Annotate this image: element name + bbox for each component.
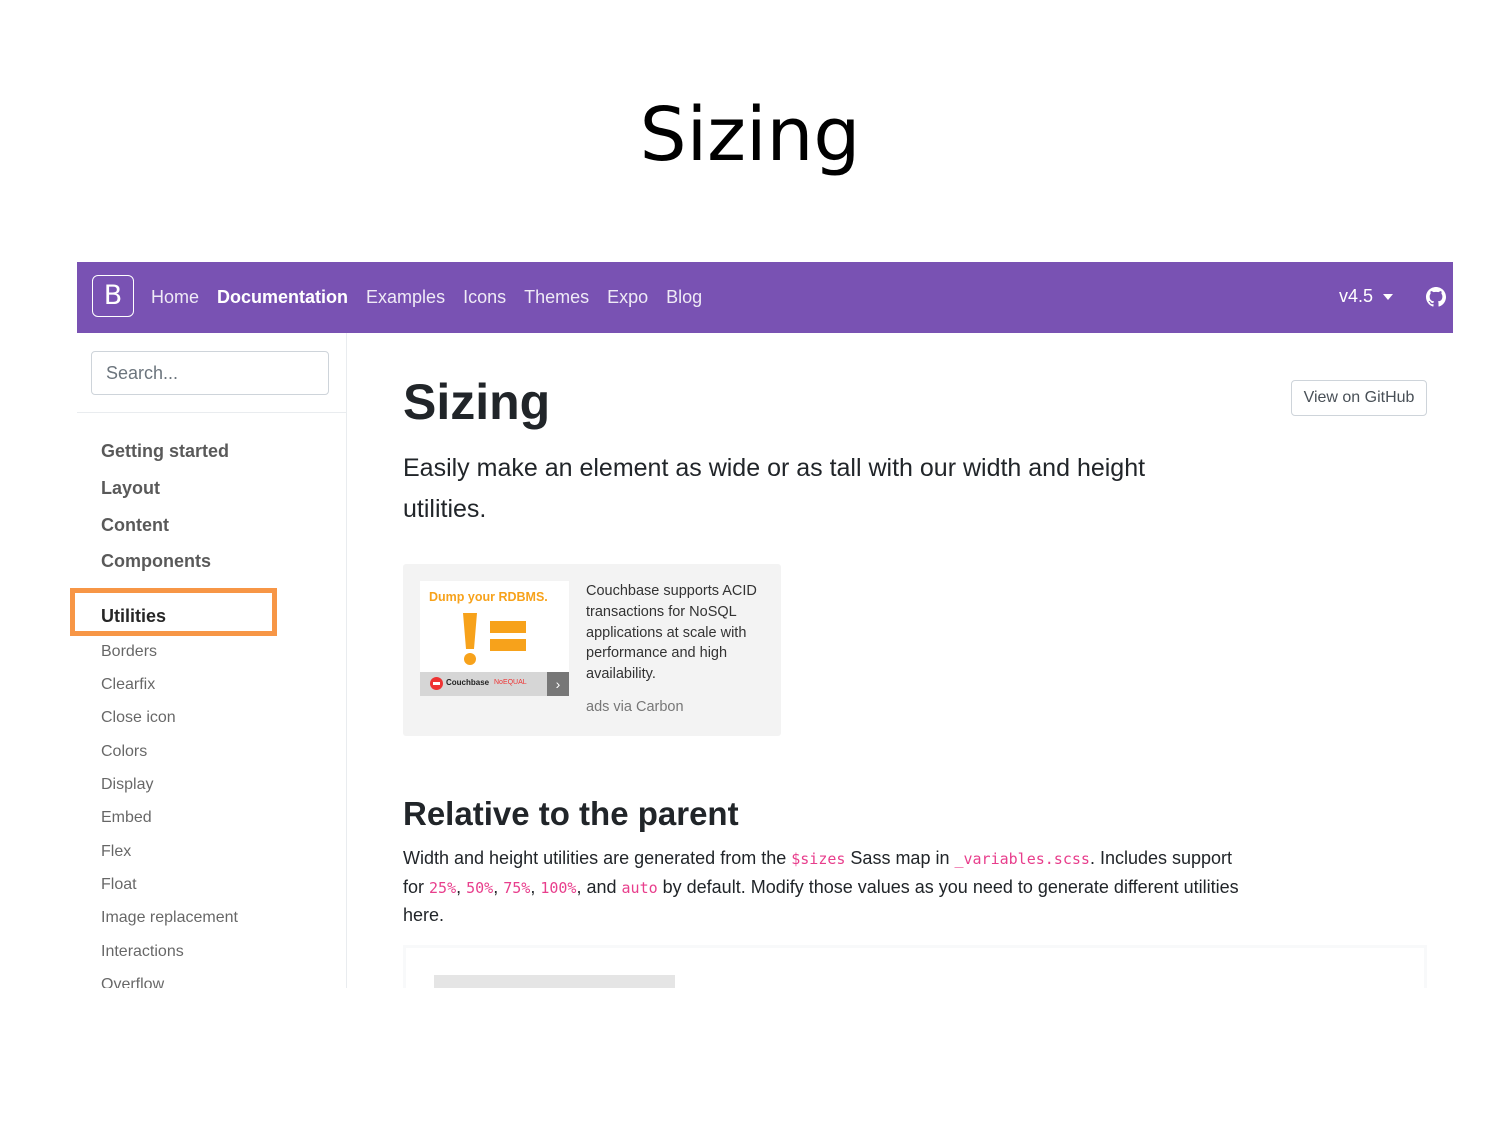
ad-tagline: NoEQUAL <box>494 679 527 686</box>
sidebar: Getting started Layout Content Component… <box>77 333 347 988</box>
sidebar-item-close-icon[interactable]: Close icon <box>101 709 176 727</box>
sidebar-group-components[interactable]: Components <box>101 551 211 572</box>
nav-examples[interactable]: Examples <box>366 287 445 308</box>
para-text: , <box>456 876 467 897</box>
sidebar-item-colors[interactable]: Colors <box>101 743 147 761</box>
sidebar-item-float[interactable]: Float <box>101 876 137 894</box>
code-50: 50% <box>466 878 494 897</box>
para-text: Width and height utilities are generated… <box>403 848 792 868</box>
example-bar <box>434 975 675 988</box>
sidebar-item-display[interactable]: Display <box>101 776 153 794</box>
lead-text: Easily make an element as wide or as tal… <box>403 454 1146 523</box>
sidebar-item-overflow[interactable]: Overflow <box>101 976 164 988</box>
code-auto: auto <box>621 878 658 897</box>
code-75: 75% <box>503 878 531 897</box>
sidebar-item-borders[interactable]: Borders <box>101 643 157 661</box>
browser-screenshot: B Home Documentation Examples Icons Them… <box>77 262 1453 988</box>
sidebar-group-utilities[interactable]: Utilities <box>101 606 166 627</box>
sidebar-item-flex[interactable]: Flex <box>101 843 131 861</box>
carbon-ad: Dump your RDBMS. Couchbase NoEQUAL › Cou… <box>403 564 781 736</box>
para-text: , and <box>576 876 622 897</box>
nav-blog[interactable]: Blog <box>666 287 702 308</box>
caret-down-icon <box>1383 293 1394 300</box>
sidebar-item-image-replacement[interactable]: Image replacement <box>101 909 238 927</box>
code-sizes: $sizes <box>791 850 846 868</box>
ad-brand: Couchbase <box>446 678 490 687</box>
page-title: Sizing <box>403 374 551 430</box>
sidebar-group-getting-started[interactable]: Getting started <box>101 441 229 462</box>
sidebar-item-interactions[interactable]: Interactions <box>101 943 184 961</box>
search-input[interactable] <box>91 351 329 395</box>
ad-image[interactable]: Dump your RDBMS. Couchbase NoEQUAL › <box>420 581 569 696</box>
nav-themes[interactable]: Themes <box>524 287 589 308</box>
example-box <box>403 945 1427 988</box>
bootstrap-logo[interactable]: B <box>92 275 134 317</box>
nav-home[interactable]: Home <box>151 287 199 308</box>
sidebar-item-embed[interactable]: Embed <box>101 809 152 827</box>
ad-via-link[interactable]: ads via Carbon <box>586 699 684 715</box>
main-content: Sizing View on GitHub Easily make an ele… <box>403 333 1453 988</box>
para-text: , <box>493 876 504 897</box>
view-on-github-button[interactable]: View on GitHub <box>1291 380 1427 416</box>
ad-text[interactable]: Couchbase supports ACID transactions for… <box>586 581 766 685</box>
para-text: , <box>530 876 541 897</box>
para-text: Sass map in <box>845 848 955 868</box>
nav-links: Home Documentation Examples Icons Themes… <box>151 262 720 333</box>
nav-icons[interactable]: Icons <box>463 287 506 308</box>
github-icon[interactable] <box>1426 287 1446 307</box>
nav-documentation[interactable]: Documentation <box>217 287 348 308</box>
navbar: B Home Documentation Examples Icons Them… <box>77 262 1453 333</box>
ad-headline: Dump your RDBMS. <box>429 590 548 604</box>
sidebar-group-content[interactable]: Content <box>101 515 169 536</box>
sidebar-group-layout[interactable]: Layout <box>101 478 160 499</box>
search-area <box>77 333 346 413</box>
version-label: v4.5 <box>1339 286 1374 306</box>
code-100: 100% <box>540 878 577 897</box>
ad-footer: Couchbase NoEQUAL › <box>420 672 569 696</box>
version-dropdown[interactable]: v4.5 <box>1339 286 1394 307</box>
chevron-right-icon: › <box>547 672 569 696</box>
sidebar-item-clearfix[interactable]: Clearfix <box>101 676 155 694</box>
section-heading: Relative to the parent <box>403 795 739 832</box>
couchbase-logo-icon <box>430 677 443 690</box>
code-25: 25% <box>429 878 457 897</box>
section-paragraph: Width and height utilities are generated… <box>403 845 1243 930</box>
code-variables-file[interactable]: _variables.scss <box>954 850 1089 868</box>
slide-title: Sizing <box>639 92 861 178</box>
warning-not-equal-icon <box>463 613 526 665</box>
nav-expo[interactable]: Expo <box>607 287 648 308</box>
